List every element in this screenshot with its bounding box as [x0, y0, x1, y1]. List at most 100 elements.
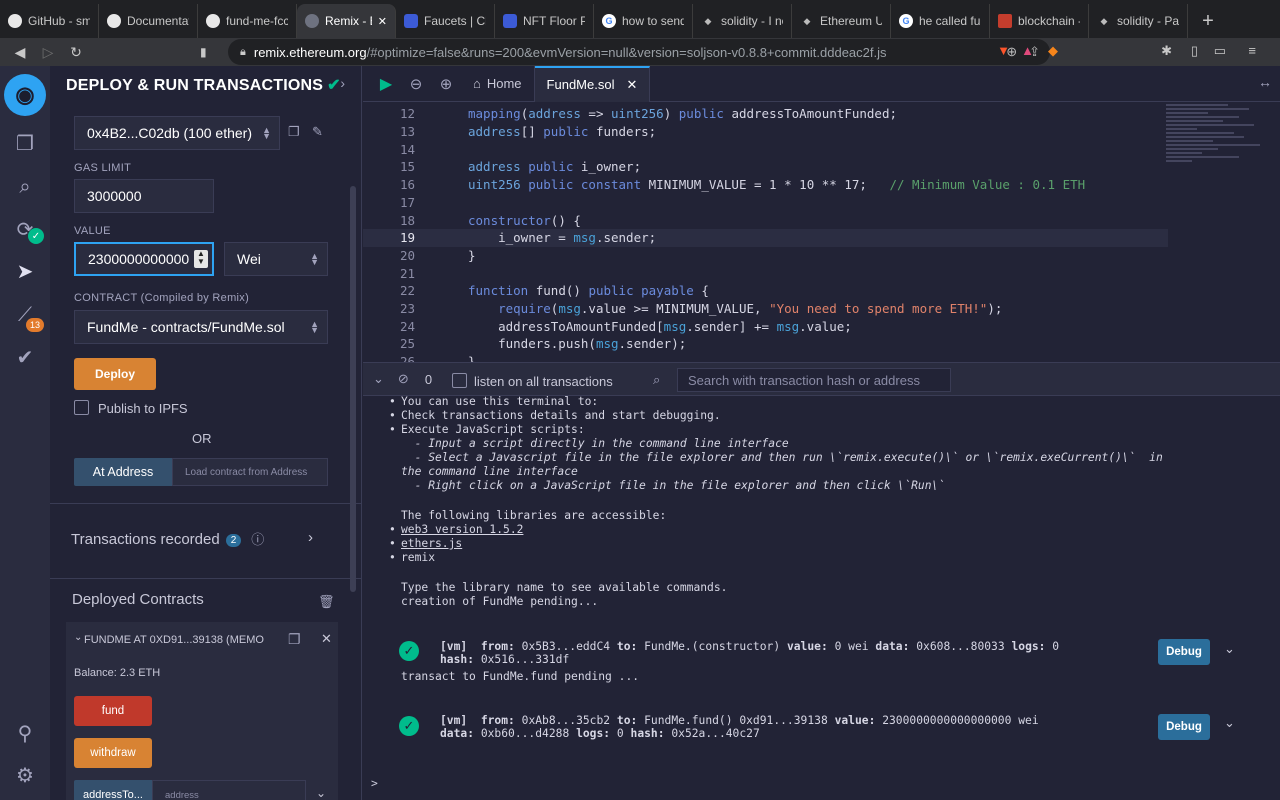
web3-link[interactable]: web3 version 1.5.2 — [401, 523, 523, 537]
expand-icon[interactable]: ↔ — [1258, 74, 1272, 90]
github-icon — [206, 14, 220, 28]
sidebar-icon[interactable]: ▯ — [1191, 43, 1198, 59]
listen-all-checkbox[interactable] — [452, 373, 467, 388]
brave-shield-icon[interactable]: ▼ — [997, 43, 1010, 58]
bullet: • — [389, 537, 396, 550]
load-address-input[interactable]: Load contract from Address — [172, 458, 328, 486]
search-icon[interactable]: ⌕ — [12, 174, 38, 200]
browser-tab[interactable]: NFT Floor Pr — [495, 4, 594, 38]
browser-tab[interactable]: ◆Ethereum Un — [792, 4, 891, 38]
google-icon: G — [899, 14, 913, 28]
info-icon[interactable]: ⓘ — [251, 532, 264, 547]
extensions-icon[interactable]: ✱ — [1161, 43, 1172, 59]
chevron-down-icon[interactable]: ⌄ — [1224, 716, 1235, 731]
file-explorer-icon[interactable]: ❐ — [12, 130, 38, 156]
chainlink-icon — [503, 14, 517, 28]
browser-tab[interactable]: blockchain - — [990, 4, 1089, 38]
panel-scrollbar[interactable] — [350, 186, 356, 592]
code-line: 21 — [399, 265, 415, 281]
bookmark-icon[interactable]: ▮ — [200, 45, 207, 59]
new-tab-button[interactable]: + — [1188, 4, 1228, 38]
browser-tab-active[interactable]: Remix - E✕ — [297, 4, 396, 38]
back-icon[interactable]: ◀ — [6, 44, 34, 61]
chevron-down-icon[interactable]: ⌄ — [316, 786, 326, 800]
plugin-manager-icon[interactable]: ⚲ — [12, 720, 38, 746]
ethers-link[interactable]: ethers.js — [401, 537, 462, 551]
bullet: • — [389, 523, 396, 536]
testing-icon[interactable]: ✔ — [12, 344, 38, 370]
withdraw-button[interactable]: withdraw — [74, 738, 152, 768]
or-label: OR — [192, 431, 212, 446]
ethereum-icon: ◆ — [803, 15, 811, 26]
gas-limit-input[interactable]: 3000000 — [74, 179, 214, 213]
copy-icon[interactable]: ❐ — [288, 631, 301, 648]
tab-home[interactable]: ⌂ Home — [461, 65, 535, 102]
browser-tab[interactable]: ◆ solidity - Pay — [1089, 4, 1188, 38]
browser-tab[interactable]: Documentati — [99, 4, 198, 38]
forward-icon[interactable]: ▷ — [34, 44, 62, 61]
url-field[interactable]: 🔒︎ remix.ethereum.org /#optimize=false&r… — [228, 39, 1050, 65]
trash-icon[interactable]: 🗑︎ — [318, 594, 335, 610]
browser-tab[interactable]: fund-me-fcc — [198, 4, 297, 38]
edit-icon[interactable]: ✎ — [312, 124, 323, 140]
success-check-icon: ✓ — [399, 716, 419, 736]
deploy-run-panel: DEPLOY & RUN TRANSACTIONS ✔ › 0x4B2...C02… — [50, 66, 362, 800]
chevron-down-icon[interactable]: ⌄ — [74, 632, 82, 643]
account-select[interactable]: 0x4B2...C02db (100 ether) ▲ ▼ — [74, 116, 280, 150]
address-input[interactable]: address — [152, 780, 306, 800]
chevron-right-icon[interactable]: › — [340, 75, 345, 91]
unit-select[interactable]: Wei ▲ ▼ — [224, 242, 328, 276]
transactions-recorded-title[interactable]: Transactions recorded 2 ⓘ — [71, 529, 264, 548]
browser-tab[interactable]: ◆ solidity - I ne — [693, 4, 792, 38]
settings-gear-icon[interactable]: ⚙ — [12, 762, 38, 788]
publish-ipfs-checkbox[interactable] — [74, 400, 89, 415]
url-path: /#optimize=false&runs=200&evmVersion=nul… — [366, 44, 887, 60]
terminal-prompt[interactable]: > — [371, 777, 378, 790]
run-script-icon[interactable]: ▶ — [371, 74, 401, 94]
metamask-icon[interactable]: ◆ — [1048, 43, 1058, 59]
zoom-in-icon[interactable]: ⊕ — [431, 75, 461, 93]
select-caret-icon: ▲ ▼ — [262, 125, 271, 141]
reload-icon[interactable]: ↻ — [62, 44, 90, 61]
contract-select[interactable]: FundMe - contracts/FundMe.sol ▲ ▼ — [74, 310, 328, 344]
brave-rewards-icon[interactable]: ▲ — [1021, 43, 1034, 58]
clear-console-icon[interactable]: ⊘ — [398, 371, 409, 387]
tx-details: data: 0xb60...d4288 logs: 0 hash: 0x52a.… — [440, 727, 760, 740]
editor-minimap[interactable] — [1166, 102, 1270, 212]
browser-tab[interactable]: Ghow to send — [594, 4, 693, 38]
close-icon[interactable]: ✕ — [626, 77, 637, 93]
zoom-out-icon[interactable]: ⊖ — [401, 75, 431, 93]
chevron-down-icon[interactable]: ⌄ — [1224, 642, 1235, 657]
balance-label: Balance: 2.3 ETH — [74, 667, 161, 679]
at-address-button[interactable]: At Address — [74, 458, 172, 486]
bullet: • — [389, 409, 396, 422]
deployed-contract-instance: ⌄ FUNDME AT 0XD91...39138 (MEMO ❐ ✕ Bala… — [66, 622, 338, 800]
fund-button[interactable]: fund — [74, 696, 152, 726]
number-stepper-icon[interactable]: ▲ ▼ — [194, 250, 208, 268]
select-caret-icon: ▲ ▼ — [310, 251, 319, 267]
value-input[interactable]: 2300000000000 ▲ ▼ — [74, 242, 214, 276]
deploy-button[interactable]: Deploy — [74, 358, 156, 390]
collapse-terminal-icon[interactable]: ⌄ — [373, 371, 384, 387]
copy-icon[interactable]: ❐ — [288, 124, 300, 140]
chainlink-icon — [404, 14, 418, 28]
address-to-amount-button[interactable]: addressTo... — [74, 780, 152, 800]
chevron-right-icon[interactable]: › — [308, 529, 313, 546]
instance-title[interactable]: FUNDME AT 0XD91...39138 (MEMO — [84, 634, 274, 646]
browser-tab[interactable]: GitHub - sma — [0, 4, 99, 38]
debug-button[interactable]: Debug — [1158, 714, 1210, 740]
tab-fundme-sol[interactable]: FundMe.sol ✕ — [534, 65, 651, 102]
code-line-current: 19 i_owner = msg.sender; — [363, 228, 1168, 247]
browser-tab[interactable]: Faucets | Cha — [396, 4, 495, 38]
wallet-icon[interactable]: ▭ — [1214, 43, 1226, 59]
menu-icon[interactable]: ≡ — [1248, 43, 1256, 58]
debug-button[interactable]: Debug — [1158, 639, 1210, 665]
deploy-run-icon[interactable]: ➤ — [12, 258, 38, 284]
close-icon[interactable]: ✕ — [321, 631, 332, 647]
terminal-search-input[interactable]: Search with transaction hash or address — [677, 368, 951, 392]
browser-tab[interactable]: Ghe called fun — [891, 4, 990, 38]
tx-count-badge: 2 — [225, 533, 242, 547]
code-editor[interactable]: 12 mapping(address => uint256) public add… — [363, 102, 1280, 362]
close-icon[interactable]: ✕ — [378, 15, 387, 28]
remix-logo-icon[interactable]: ◉ — [4, 74, 46, 116]
